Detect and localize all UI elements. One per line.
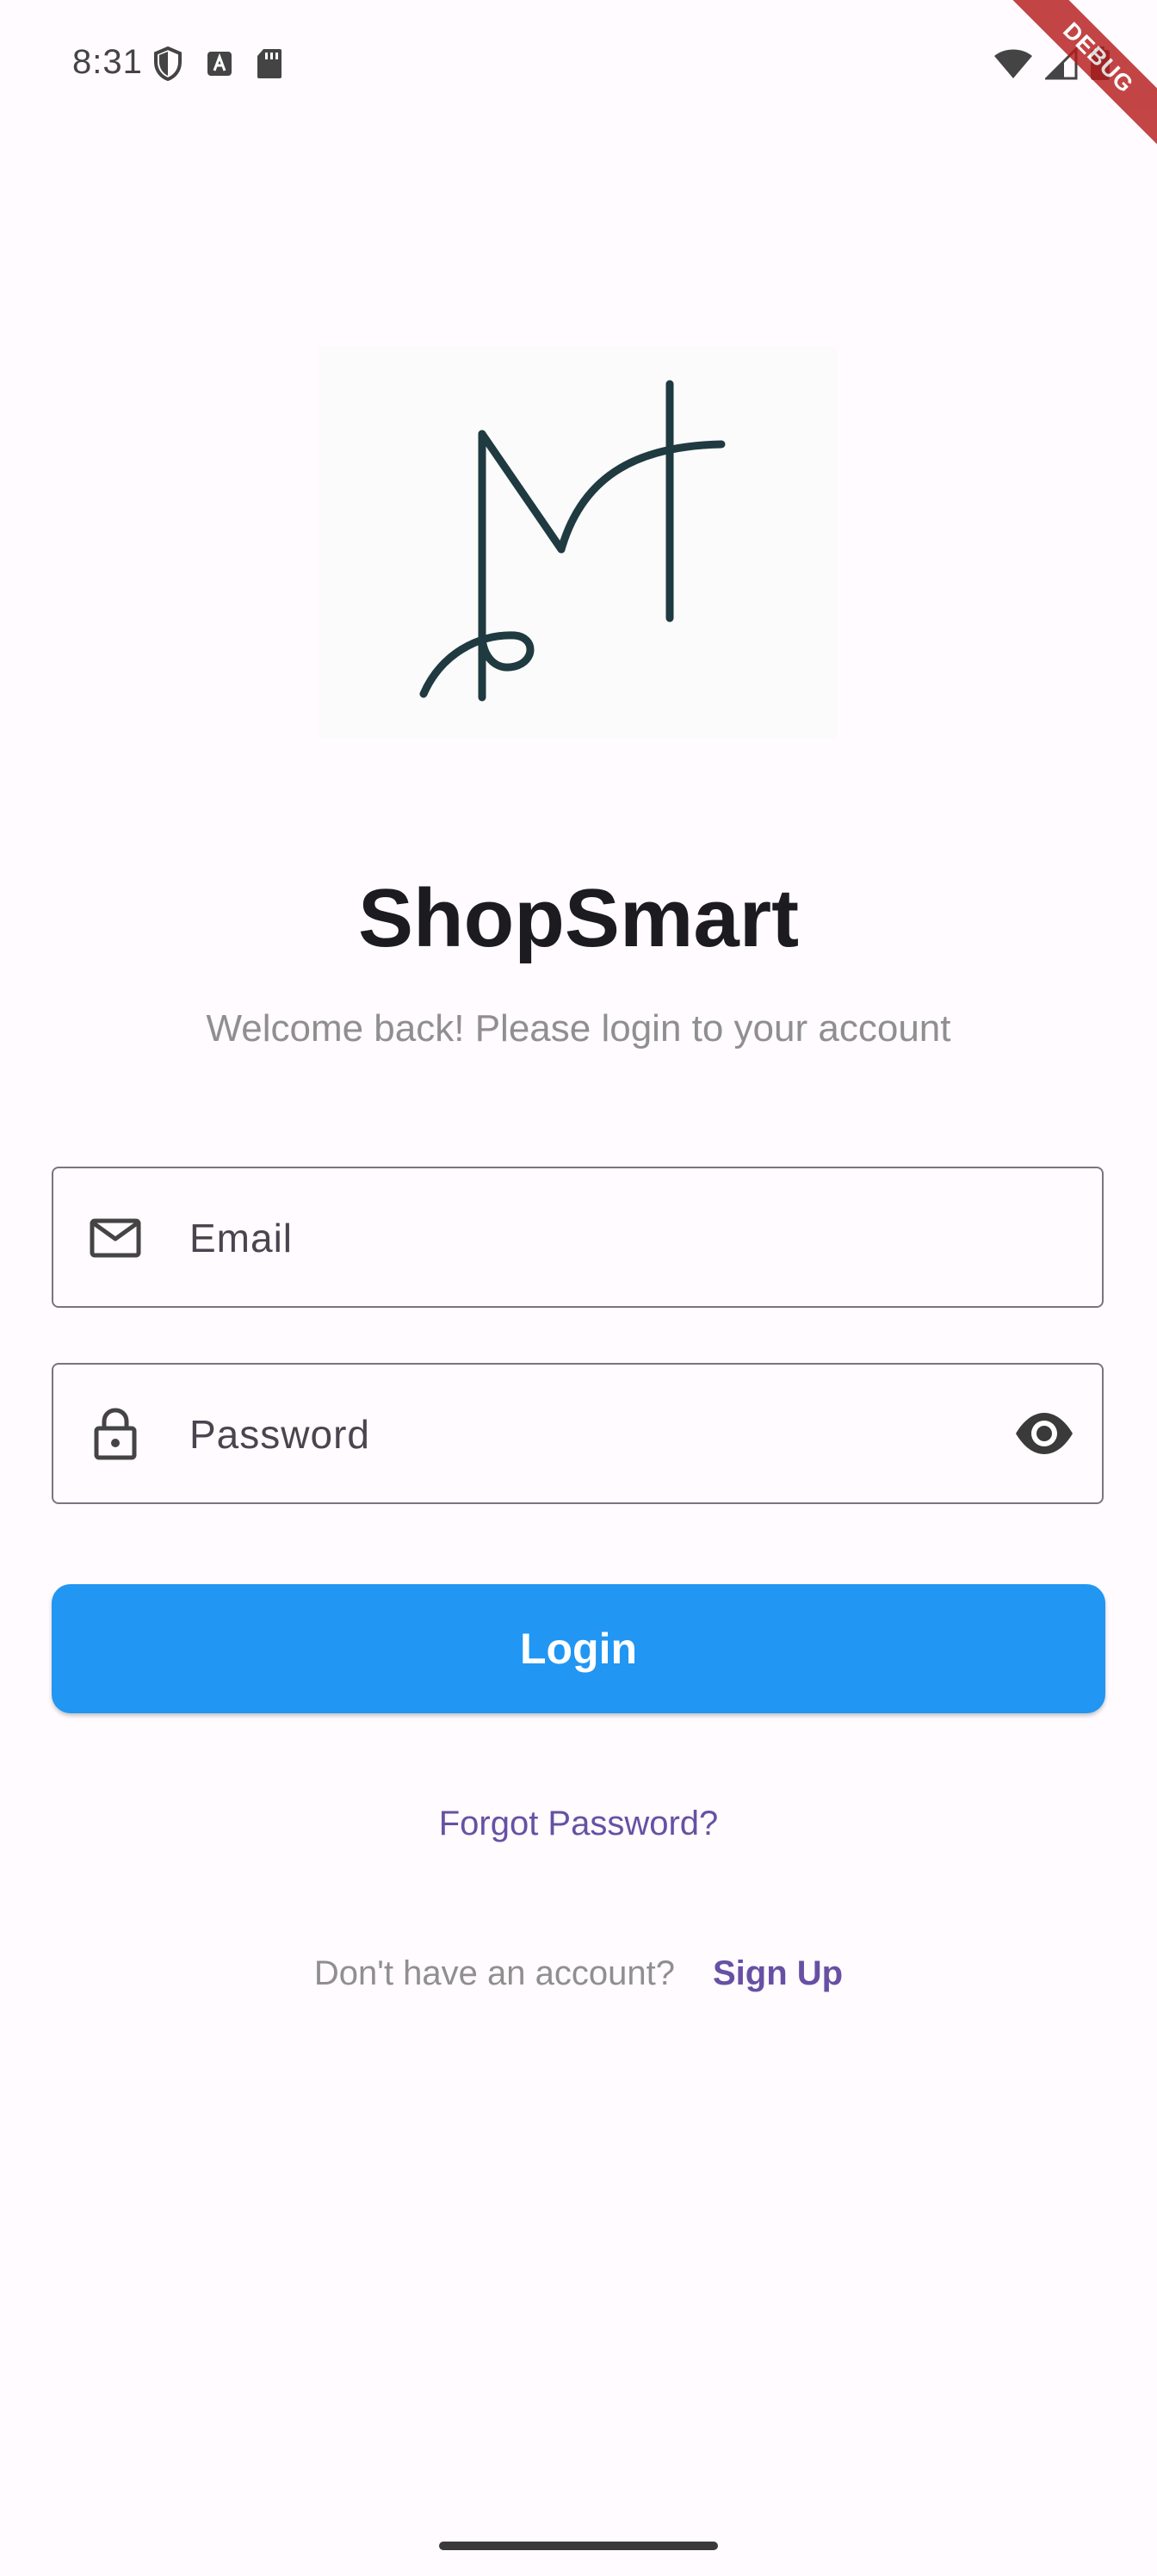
eye-icon[interactable]	[1012, 1402, 1076, 1465]
signature-logo-icon	[419, 380, 726, 702]
email-field[interactable]	[52, 1167, 1104, 1308]
app-logo	[319, 346, 837, 739]
wifi-icon	[994, 49, 1032, 78]
shield-icon	[154, 46, 182, 81]
signup-row: Don't have an account? Sign Up	[0, 1954, 1157, 1993]
email-input[interactable]	[188, 1168, 966, 1308]
lock-icon	[94, 1408, 137, 1460]
signup-link[interactable]: Sign Up	[713, 1954, 843, 1992]
forgot-password-link[interactable]: Forgot Password?	[0, 1805, 1157, 1843]
status-left-icons	[153, 46, 282, 81]
mail-icon	[90, 1218, 141, 1258]
signup-prompt: Don't have an account?	[313, 1954, 675, 1992]
status-time: 8:31	[72, 43, 143, 81]
status-bar: 8:31	[0, 0, 1157, 129]
text-a-icon	[207, 52, 232, 76]
home-indicator[interactable]	[439, 2542, 718, 2550]
sd-card-icon	[257, 49, 282, 78]
password-input[interactable]	[188, 1365, 966, 1504]
app-title: ShopSmart	[357, 872, 800, 964]
app-subtitle: Welcome back! Please login to your accou…	[206, 1007, 951, 1050]
password-field[interactable]	[52, 1363, 1104, 1504]
login-button[interactable]: Login	[52, 1584, 1105, 1713]
